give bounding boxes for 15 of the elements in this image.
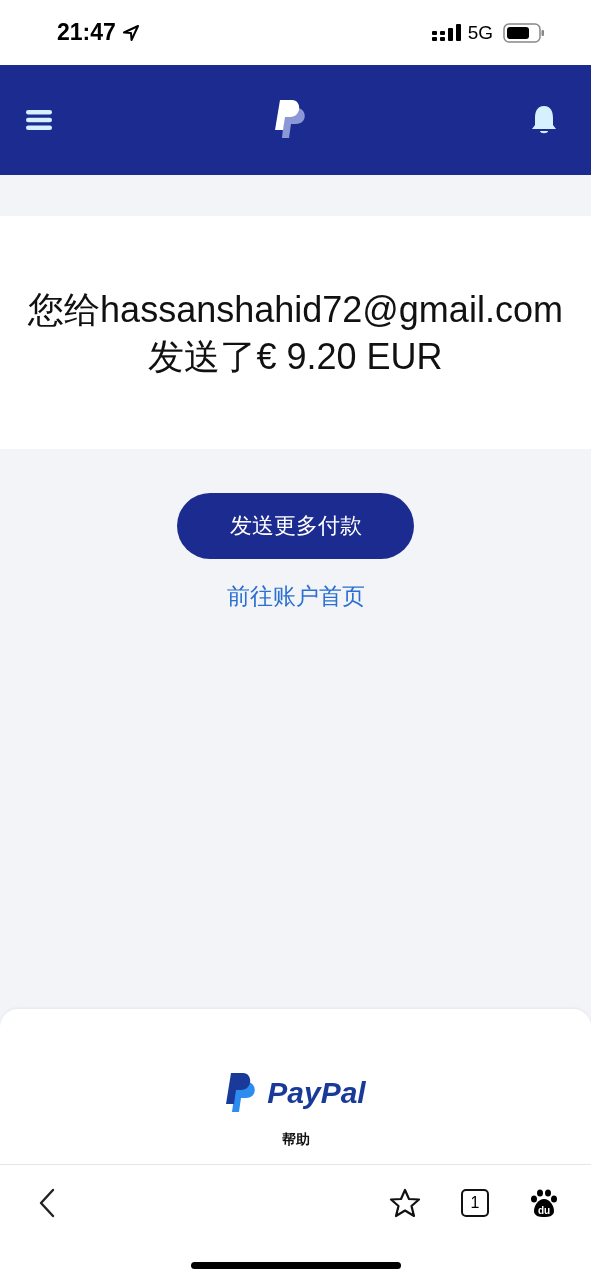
account-home-link[interactable]: 前往账户首页 xyxy=(226,581,365,612)
confirmation-message: 您给hassanshahid72@gmail.com发送了€ 9.20 EUR xyxy=(27,287,564,379)
notification-bell-icon[interactable] xyxy=(531,105,557,135)
status-time: 21:47 xyxy=(57,19,116,46)
location-arrow-icon xyxy=(121,23,140,42)
menu-icon[interactable] xyxy=(26,110,52,130)
back-icon[interactable] xyxy=(38,1187,56,1218)
paypal-wordmark: PayPal xyxy=(267,1076,366,1110)
battery-icon xyxy=(503,22,545,43)
signal-icon xyxy=(431,23,462,42)
help-link[interactable]: 帮助 xyxy=(281,1131,310,1149)
star-icon[interactable] xyxy=(389,1187,421,1218)
tab-count-button[interactable]: 1 xyxy=(461,1188,489,1217)
send-more-button[interactable]: 发送更多付款 xyxy=(177,493,414,559)
network-label: 5G xyxy=(467,21,493,44)
